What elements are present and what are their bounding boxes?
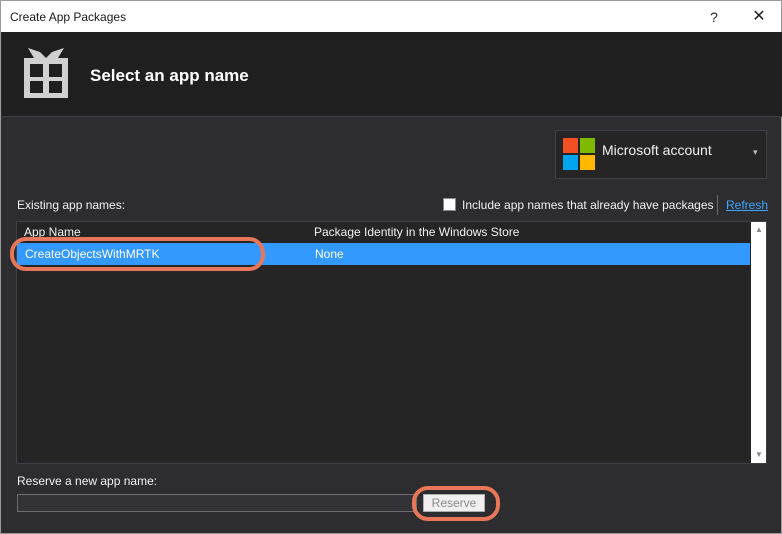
scroll-down-arrow-icon[interactable]: ▼ <box>751 447 766 463</box>
row-app-name: CreateObjectsWithMRTK <box>25 247 160 261</box>
table-row[interactable]: CreateObjectsWithMRTK None <box>17 243 750 265</box>
create-app-packages-dialog: Create App Packages ? ✕ Select an app na… <box>0 0 782 534</box>
vertical-scrollbar[interactable]: ▲ ▼ <box>751 222 766 463</box>
microsoft-logo-icon <box>563 138 595 170</box>
help-button[interactable]: ? <box>704 7 724 27</box>
column-header-package-identity[interactable]: Package Identity in the Windows Store <box>314 225 519 239</box>
reserve-button[interactable]: Reserve <box>423 494 485 512</box>
account-selector[interactable]: Microsoft account ▾ <box>555 130 767 179</box>
chevron-down-icon: ▾ <box>753 147 758 157</box>
list-header: App Name Package Identity in the Windows… <box>17 222 750 242</box>
column-header-app-name[interactable]: App Name <box>24 225 81 239</box>
scrollbar-thumb[interactable] <box>755 242 763 442</box>
row-package-identity: None <box>315 247 344 261</box>
logo-square-red <box>563 138 578 153</box>
include-packaged-checkbox[interactable] <box>443 198 456 211</box>
close-button[interactable]: ✕ <box>748 7 770 27</box>
logo-square-green <box>580 138 595 153</box>
dialog-header: Select an app name <box>2 32 782 117</box>
window-title: Create App Packages <box>10 10 127 24</box>
title-bar: Create App Packages ? ✕ <box>1 1 781 32</box>
divider <box>717 195 718 215</box>
gift-package-icon <box>24 48 68 98</box>
include-packaged-label[interactable]: Include app names that already have pack… <box>462 198 714 212</box>
refresh-link[interactable]: Refresh <box>726 198 768 212</box>
logo-square-blue <box>563 155 578 170</box>
reserve-name-input[interactable] <box>17 494 417 512</box>
page-title: Select an app name <box>90 66 249 85</box>
reserve-name-label: Reserve a new app name: <box>17 474 158 488</box>
account-label: Microsoft account <box>602 142 712 158</box>
scroll-up-arrow-icon[interactable]: ▲ <box>751 222 766 238</box>
logo-square-yellow <box>580 155 595 170</box>
app-names-list: App Name Package Identity in the Windows… <box>16 221 767 464</box>
existing-app-names-label: Existing app names: <box>17 198 126 212</box>
